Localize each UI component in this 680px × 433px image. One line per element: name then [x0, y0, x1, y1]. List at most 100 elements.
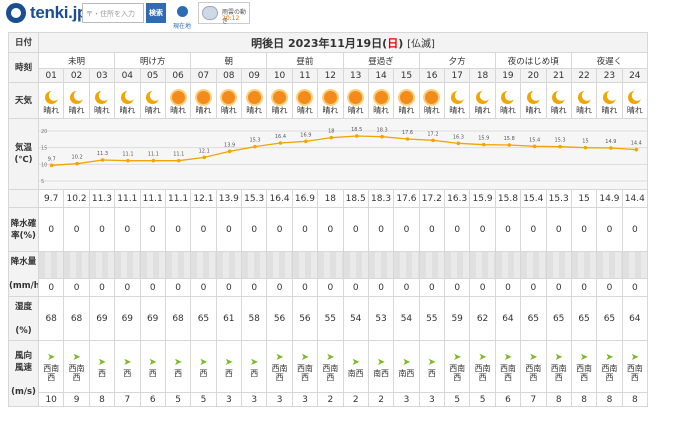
temp-values-label: [8, 189, 39, 208]
weather-text: 晴れ: [271, 105, 288, 115]
precip-amount-value: 0: [317, 278, 344, 297]
precip-amount-unit: (mm/h): [9, 281, 38, 291]
temperature-point: [583, 145, 588, 150]
precip-prob-value: 0: [494, 207, 522, 252]
precip-amount-graph: [521, 252, 545, 278]
wind-speed-value: 8: [88, 392, 116, 407]
temperature-point-label: 11.1: [122, 152, 133, 158]
temperature-point-label: 15: [582, 139, 588, 145]
humidity-value: 62: [469, 296, 496, 341]
weather-text: 晴れ: [43, 105, 60, 115]
humidity-value: 69: [114, 296, 141, 341]
search-input[interactable]: 〒・住所を入力: [82, 3, 144, 23]
wind-arrow-icon: ➤: [199, 356, 208, 368]
tenki-logo[interactable]: tenki.jp: [6, 3, 87, 23]
temperature-point-label: 15.8: [504, 136, 515, 142]
temp-value: 15.9: [469, 189, 496, 208]
moon-icon: [120, 90, 134, 104]
precip-prob-value: 0: [37, 207, 65, 252]
temperature-point-label: 17.2: [427, 131, 438, 137]
rain-radar-widget[interactable]: 雨雲の動き 20:12: [198, 2, 250, 25]
precip-amount-bar: [443, 251, 471, 279]
precip-prob-value: 0: [291, 207, 319, 252]
search-button[interactable]: 検索: [146, 3, 166, 23]
wind-direction-cell: ➤ 西南西: [621, 340, 649, 393]
temperature-point: [278, 141, 283, 145]
wind-direction-text2: 西: [300, 373, 309, 382]
temperature-point: [558, 144, 562, 149]
precip-amount-graph: [369, 252, 393, 278]
wind-direction-text: 西: [97, 368, 106, 378]
weather-cell: 晴れ: [494, 82, 522, 119]
weather-text: 晴れ: [220, 105, 237, 115]
weather-cell: 晴れ: [266, 82, 293, 119]
humidity-value: 69: [88, 296, 116, 341]
wind-speed-value: 8: [545, 392, 572, 407]
temp-value: 11.1: [114, 189, 141, 208]
temperature-point-label: 14.4: [631, 141, 642, 147]
wind-arrow-icon: ➤: [123, 356, 132, 368]
axis-tick-label: 5: [41, 179, 44, 185]
humidity-value: 65: [596, 296, 623, 341]
precip-prob-value: 0: [367, 207, 395, 252]
current-location-button[interactable]: 現在地: [170, 2, 194, 30]
wind-direction-cell: ➤ 西: [164, 340, 192, 393]
wind-direction-text: 西: [148, 368, 157, 378]
rain-cloud-icon: [202, 6, 218, 20]
wind-arrow-icon: ➤: [46, 352, 56, 363]
axis-tick-label: 15: [41, 146, 47, 152]
wind-direction-text: 西南: [626, 364, 643, 373]
temperature-point-label: 12.1: [199, 148, 210, 154]
wind-direction-cell: ➤ 南西: [342, 340, 369, 393]
hour-cell: 03: [88, 68, 116, 83]
precip-amount-value: 0: [37, 278, 65, 297]
temperature-point: [354, 134, 359, 138]
wind-speed-value: 8: [570, 392, 598, 407]
temperature-point-label: 18.5: [351, 127, 362, 133]
axis-tick-label: 20: [41, 129, 47, 135]
wind-direction-cell: ➤ 西南西: [291, 340, 319, 393]
wind-speed-value: 5: [190, 392, 217, 407]
moon-icon: [450, 90, 464, 104]
temp-value: 11.1: [139, 189, 166, 208]
temperature-point: [329, 135, 334, 140]
hour-cell: 20: [520, 68, 547, 83]
wind-direction-cell: ➤ 西南西: [570, 340, 598, 393]
wind-direction-text: 西南: [449, 364, 466, 373]
temperature-point-label: 11.1: [173, 152, 184, 158]
time-label: 時刻: [8, 52, 39, 83]
precip-amount-label: 降水量: [10, 257, 37, 267]
precip-amount-value: 0: [443, 278, 471, 297]
sun-icon: [349, 90, 363, 104]
moon-icon: [628, 90, 642, 104]
precip-amount-graph: [64, 252, 89, 278]
temp-label: 気温: [14, 143, 32, 153]
wind-speed-value: 9: [63, 392, 90, 407]
hour-cell: 15: [393, 68, 420, 83]
humidity-value: 56: [291, 296, 319, 341]
temperature-point: [456, 141, 461, 146]
precip-amount-bar: [545, 251, 572, 279]
precip-amount-graph: [623, 252, 647, 278]
wind-speed-value: 2: [367, 392, 395, 407]
weather-text: 晴れ: [195, 105, 212, 115]
precip-prob-value: 0: [139, 207, 166, 252]
wind-direction-text: 西南: [525, 364, 542, 373]
hour-cell: 22: [570, 68, 598, 83]
precip-amount-bar: [621, 251, 649, 279]
wind-direction-text: 西南: [474, 364, 491, 373]
wind-speed-value: 8: [596, 392, 623, 407]
precip-amount-value: 0: [215, 278, 243, 297]
precip-prob-value: 0: [240, 207, 268, 252]
precip-prob-value: 0: [164, 207, 192, 252]
temp-value: 11.3: [88, 189, 116, 208]
temp-value: 17.6: [393, 189, 420, 208]
weather-text: 晴れ: [144, 105, 161, 115]
precip-amount-value: 0: [545, 278, 572, 297]
precip-amount-graph: [242, 252, 266, 278]
weather-cell: 晴れ: [545, 82, 572, 119]
weather-text: 晴れ: [373, 105, 390, 115]
humidity-value: 55: [418, 296, 446, 341]
wind-label: 風向: [14, 350, 32, 361]
humidity-value: 65: [545, 296, 572, 341]
